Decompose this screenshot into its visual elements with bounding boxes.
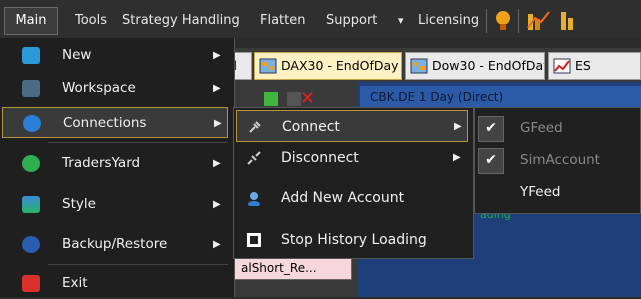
tab-dax30-endofday[interactable]: DAX30 - EndOfDay — [254, 52, 402, 80]
stop-icon — [247, 233, 261, 247]
menu-item-simaccount[interactable]: ✔ SimAccount — [476, 144, 639, 176]
tab-dow30-endofday[interactable]: Dow30 - EndOfDay — [405, 52, 545, 80]
menu-strategy-handling[interactable]: Strategy Handling — [122, 11, 240, 31]
unplug-icon — [247, 151, 261, 165]
submenu-arrow-icon: ▶ — [213, 83, 221, 94]
menu-item-label: SimAccount — [520, 152, 600, 168]
menu-flatten[interactable]: Flatten — [260, 11, 306, 31]
line-chart-icon — [553, 58, 571, 74]
menu-item-exit[interactable]: Exit — [2, 268, 228, 299]
menu-item-add-new-account[interactable]: Add New Account — [236, 182, 468, 214]
menu-item-tradersyard[interactable]: TradersYard ▶ — [2, 148, 228, 179]
menu-item-stop-history-loading[interactable]: Stop History Loading — [236, 224, 468, 256]
menu-licensing[interactable]: Licensing — [418, 11, 479, 31]
menu-item-label: TradersYard — [62, 155, 141, 171]
add-icon[interactable] — [264, 92, 278, 106]
checkmark-icon: ✔ — [478, 148, 504, 174]
chevron-down-icon[interactable]: ▾ — [398, 11, 404, 31]
menu-item-label: GFeed — [520, 120, 563, 136]
menu-item-label: Workspace — [62, 80, 136, 96]
bar-chart-icon[interactable] — [560, 10, 574, 32]
strategy-row[interactable]: alShort_Re... — [232, 256, 352, 280]
menu-item-label: Connections — [63, 115, 147, 131]
new-window-icon — [22, 47, 40, 64]
menu-item-yfeed[interactable]: YFeed — [476, 176, 639, 208]
plug-icon — [249, 121, 261, 133]
menu-separator — [48, 264, 228, 265]
menu-item-label: Backup/Restore — [62, 236, 168, 252]
menu-separator — [48, 142, 228, 143]
remove-icon[interactable] — [287, 92, 301, 106]
menu-item-gfeed[interactable]: ✔ GFeed — [476, 112, 639, 144]
menu-main[interactable]: Main — [4, 7, 58, 35]
submenu-arrow-icon: ▶ — [213, 199, 221, 210]
menu-item-label: Connect — [282, 119, 340, 135]
menu-tools[interactable]: Tools — [75, 11, 107, 31]
menu-support[interactable]: Support — [326, 11, 377, 31]
menu-item-label: New — [62, 47, 92, 63]
backup-icon — [22, 236, 40, 253]
lightbulb-icon[interactable] — [495, 10, 511, 32]
close-icon[interactable]: ✕ — [300, 88, 315, 109]
tab-label: DAX30 - EndOfDay — [281, 58, 399, 73]
menu-item-backup-restore[interactable]: Backup/Restore ▶ — [2, 229, 228, 260]
chart-doc-icon — [259, 58, 277, 74]
power-icon — [22, 275, 40, 292]
menu-item-label: Exit — [62, 275, 88, 291]
tab-label: ES — [575, 58, 591, 73]
submenu-arrow-icon: ▶ — [213, 239, 221, 250]
submenu-arrow-icon: ▶ — [454, 121, 462, 132]
connections-icon — [23, 115, 41, 132]
menu-item-style[interactable]: Style ▶ — [2, 189, 228, 220]
submenu-arrow-icon: ▶ — [213, 50, 221, 61]
tab-es[interactable]: ES — [548, 52, 641, 80]
menu-item-label: Stop History Loading — [281, 232, 427, 248]
menu-item-label: YFeed — [520, 184, 561, 200]
globe-icon — [22, 155, 40, 172]
submenu-arrow-icon: ▶ — [214, 118, 222, 129]
submenu-arrow-icon: ▶ — [453, 152, 461, 163]
menubar-separator — [518, 9, 519, 33]
chart-doc-icon — [410, 58, 428, 74]
submenu-arrow-icon: ▶ — [213, 158, 221, 169]
tab-label: Dow30 - EndOfDay — [432, 58, 545, 73]
workspace-icon — [22, 80, 40, 97]
menu-item-label: Add New Account — [281, 190, 405, 206]
checkmark-icon: ✔ — [478, 116, 504, 142]
menu-item-workspace[interactable]: Workspace ▶ — [2, 73, 228, 104]
chart-header: CBK.DE 1 Day (Direct) — [360, 86, 641, 108]
add-account-icon — [248, 192, 260, 206]
menu-item-connect[interactable]: Connect ▶ — [236, 110, 468, 142]
chart-tool-icon[interactable] — [527, 10, 551, 32]
menu-item-connections[interactable]: Connections ▶ — [2, 107, 228, 138]
menubar-separator — [486, 9, 487, 33]
menu-item-disconnect[interactable]: Disconnect ▶ — [236, 142, 468, 174]
style-icon — [22, 196, 40, 213]
menu-item-label: Style — [62, 196, 96, 212]
menu-item-label: Disconnect — [281, 150, 359, 166]
menu-item-new[interactable]: New ▶ — [2, 40, 228, 71]
